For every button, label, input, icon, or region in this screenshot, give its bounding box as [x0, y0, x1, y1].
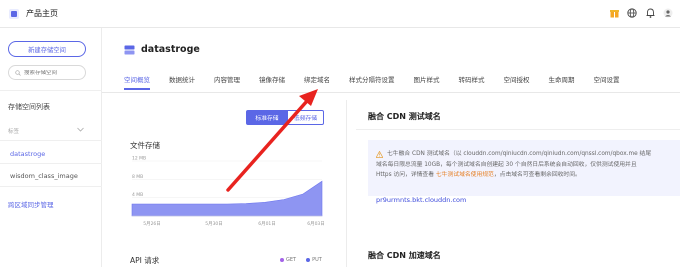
- annotation-arrow-shaft: [226, 99, 309, 192]
- annotation-arrow-head: [299, 89, 318, 106]
- annotation-arrow: [226, 89, 318, 192]
